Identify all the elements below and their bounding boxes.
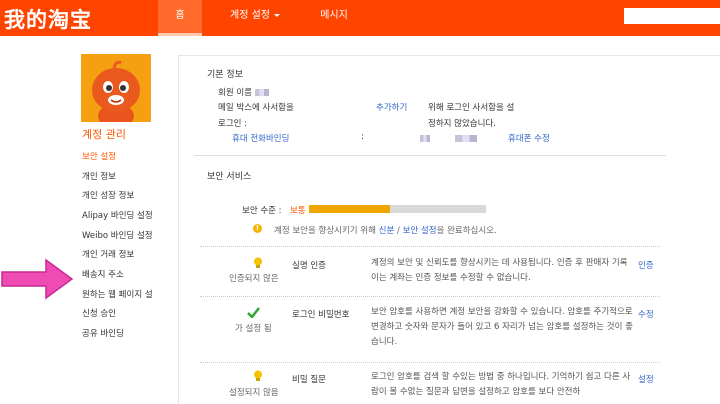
avatar[interactable] bbox=[81, 54, 151, 122]
verify-button[interactable]: 인증 bbox=[638, 259, 654, 271]
phone-colon: : bbox=[361, 132, 364, 142]
nav-messages[interactable]: 메시지 bbox=[306, 0, 362, 36]
sidebar-item-alipay[interactable]: Alipay 바인딩 설정 bbox=[82, 209, 153, 221]
chevron-down-icon bbox=[273, 13, 280, 17]
divider bbox=[200, 362, 660, 363]
security-settings-link[interactable]: 보안 설정 bbox=[403, 226, 437, 236]
identity-link[interactable]: 신분 bbox=[379, 226, 395, 236]
divider bbox=[194, 155, 666, 156]
checkmark-icon bbox=[247, 307, 260, 318]
sidebar-item-approval[interactable]: 신청 승인 bbox=[82, 307, 116, 319]
mailbox-row: 메일 박스에 사서함을 bbox=[218, 101, 294, 113]
lightbulb-icon bbox=[254, 257, 262, 268]
add-mailbox-note: 위해 로그인 사서함을 설 bbox=[428, 103, 515, 113]
sidebar-item-transaction-info[interactable]: 개인 거래 정보 bbox=[82, 248, 134, 260]
security-notice-text: 계정 보안을 향상시키기 위해 bbox=[274, 226, 376, 236]
info-icon: ! bbox=[253, 224, 262, 233]
nav-home[interactable]: 홈 bbox=[158, 0, 202, 36]
main-nav: 홈 계정 설정 메시지 bbox=[158, 0, 362, 36]
sidebar-item-weibo[interactable]: Weibo 바인딩 설정 bbox=[82, 229, 153, 241]
sidebar-title: 계정 관리 bbox=[82, 128, 126, 141]
edit-phone-link[interactable]: 휴대폰 수정 bbox=[508, 132, 550, 144]
login-password-title: 로그인 비밀번호 bbox=[292, 310, 350, 320]
blur-block bbox=[455, 135, 477, 142]
sidebar-item-personal-info[interactable]: 개인 정보 bbox=[82, 170, 116, 182]
login-label: 로그인 : bbox=[218, 119, 248, 129]
member-name-label: 회원 이름 bbox=[218, 86, 269, 98]
search-input[interactable] bbox=[624, 8, 720, 24]
basic-info-heading: 기본 정보 bbox=[207, 70, 243, 80]
security-level-value: 보통 bbox=[290, 206, 306, 216]
notice-slash: / bbox=[397, 226, 400, 236]
divider bbox=[200, 246, 660, 247]
security-notice: 계정 보안을 향상시키기 위해 신분 / 보안 설정을 완료하십시오. bbox=[274, 224, 497, 236]
real-name-status: 인증되지 않은 bbox=[229, 274, 279, 284]
modify-password-button[interactable]: 수정 bbox=[638, 308, 654, 320]
security-heading: 보안 서비스 bbox=[207, 172, 252, 182]
security-level-fill bbox=[309, 205, 391, 213]
top-bar: 我的淘宝 홈 계정 설정 메시지 bbox=[0, 0, 720, 36]
login-password-status: 가 설정 됨 bbox=[235, 324, 272, 334]
mailbox-label: 메일 박스에 bbox=[218, 103, 260, 113]
sidebar-item-shipping-address[interactable]: 배송지 주소 bbox=[82, 268, 124, 280]
sidebar-item-security[interactable]: 보안 설정 bbox=[82, 150, 116, 162]
lightbulb-icon bbox=[254, 370, 262, 381]
login-password-desc: 보안 암호를 사용하면 계정 보안을 강화할 수 있습니다. 암호를 주기적으로… bbox=[371, 307, 633, 347]
phone-number-blurred bbox=[420, 134, 430, 144]
sidebar-item-growth-info[interactable]: 개인 성장 정보 bbox=[82, 189, 134, 201]
secret-question-title: 비밀 질문 bbox=[292, 375, 326, 385]
add-mailbox-link[interactable]: 추가하기 bbox=[376, 101, 407, 113]
nav-account-settings-label: 계정 설정 bbox=[230, 10, 270, 21]
add-mailbox-note-2: 정하지 않았습니다. bbox=[428, 119, 496, 129]
real-name-title: 실명 인증 bbox=[292, 261, 326, 271]
mascot-avatar-image bbox=[81, 54, 151, 122]
divider bbox=[200, 296, 660, 297]
security-notice-end: 을 완료하십시오. bbox=[436, 226, 497, 236]
member-name-label-text: 회원 이름 bbox=[218, 88, 252, 98]
security-level-label: 보안 수준 : bbox=[242, 206, 282, 216]
blur-block bbox=[420, 135, 430, 142]
real-name-desc: 계정의 보안 및 신뢰도를 향상시키는 데 사용됩니다. 인증 후 판매자 기록… bbox=[371, 258, 628, 283]
nav-account-settings[interactable]: 계정 설정 bbox=[214, 0, 296, 36]
phone-number-blurred-2 bbox=[455, 134, 477, 144]
sidebar-item-web-page[interactable]: 원하는 웹 페이지 설 bbox=[82, 288, 153, 300]
security-level-bar bbox=[309, 205, 486, 213]
mailbox-hint: 사서함을 bbox=[262, 103, 294, 113]
member-name-value bbox=[254, 89, 269, 96]
taobao-logo[interactable]: 我的淘宝 bbox=[4, 4, 92, 34]
pointer-arrow-icon bbox=[1, 258, 74, 300]
sidebar-item-share-binding[interactable]: 공유 바인딩 bbox=[82, 327, 124, 339]
set-question-button[interactable]: 설정 bbox=[638, 373, 654, 385]
phone-binding-link[interactable]: 휴대 전화바인딩 bbox=[232, 132, 289, 144]
secret-question-desc: 로그인 암호를 검색 할 수있는 방법 중 하나입니다. 기억하기 쉽고 다른 … bbox=[371, 372, 631, 397]
secret-question-status: 설정되지 않음 bbox=[229, 388, 279, 398]
